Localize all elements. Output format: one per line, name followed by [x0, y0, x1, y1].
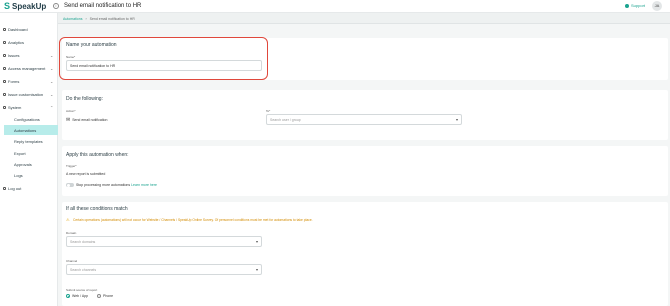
sidebar-item-analytics[interactable]: Analytics [0, 37, 58, 47]
breadcrumb-bar [58, 13, 670, 24]
logo[interactable]: S SpeakUp [4, 1, 47, 12]
sidebar-subitem-logs[interactable]: Logs [4, 170, 58, 180]
breadcrumb-current: Send email notification to HR [89, 17, 135, 21]
channel-search-select[interactable]: Search channels ▾ [66, 264, 262, 275]
highlight-outline [59, 37, 268, 80]
source-option-web-app: Web / App [72, 294, 89, 298]
domain-field-label: Domain [66, 231, 77, 235]
sidebar-item-label: Dashboard [8, 26, 28, 32]
stop-processing-label: Stop processing more automations Learn m… [76, 183, 157, 187]
sidebar-item-logout[interactable]: Log out [0, 183, 58, 193]
support-icon [625, 4, 629, 8]
warning-icon: ⚠ [66, 217, 70, 222]
sidebar-item-label: Forms [8, 78, 20, 84]
logout-icon [3, 186, 6, 190]
chevron-down-icon: ⌄ [50, 52, 54, 58]
recipient-placeholder: Search user / group [270, 117, 301, 122]
sidebar: Dashboard Analytics Issues ⌄ Access mana… [0, 13, 58, 306]
recipient-search-select[interactable]: Search user / group ▾ [266, 114, 462, 125]
chevron-up-icon: ⌃ [50, 104, 54, 110]
conditions-warning: ⚠ Certain operations (automations) will … [66, 217, 313, 223]
chevron-down-icon: ⌄ [50, 91, 54, 97]
action-value: ✉ Send email notification [66, 117, 107, 123]
source-option-phone: Phone [103, 294, 114, 298]
issues-icon [3, 53, 6, 57]
learn-more-link[interactable]: Learn more here [131, 183, 157, 187]
dashboard-icon [3, 27, 6, 31]
sidebar-subitem-automations[interactable]: Automations [4, 125, 58, 135]
sidebar-subitem-approvals[interactable]: Approvals [4, 159, 58, 169]
logo-text: SpeakUp [12, 2, 47, 11]
domain-search-select[interactable]: Search domains ▾ [66, 236, 262, 247]
sidebar-item-label: System [8, 104, 22, 110]
source-radio-phone[interactable] [97, 294, 101, 298]
customisation-icon [3, 92, 6, 96]
sidebar-item-access-management[interactable]: Access management ⌄ [0, 63, 58, 73]
action-section-title: Do the following: [66, 96, 103, 102]
page-title: Send email notification to HR [64, 3, 142, 9]
sidebar-item-issue-customisation[interactable]: Issue customisation ⌄ [0, 89, 58, 99]
chevron-down-icon: ⌄ [50, 78, 54, 84]
conditions-section-title: If all these conditions match [66, 206, 128, 212]
sidebar-item-label: Issues [8, 52, 20, 58]
sidebar-subitem-configurations[interactable]: Configurations [4, 114, 58, 124]
action-section-card: Do the following: Action* ✉ Send email n… [62, 90, 668, 140]
stop-processing-text: Stop processing more automations [76, 183, 131, 187]
domain-placeholder: Search domains [70, 239, 96, 244]
system-icon [3, 105, 6, 109]
sidebar-item-label: Issue customisation [8, 91, 44, 97]
breadcrumb-separator: › [85, 17, 87, 21]
sidebar-item-forms[interactable]: Forms ⌄ [0, 76, 58, 86]
sidebar-item-label: Analytics [8, 39, 25, 45]
breadcrumb-parent[interactable]: Automations [63, 17, 82, 21]
sidebar-item-issues[interactable]: Issues ⌄ [0, 50, 58, 60]
breadcrumb: Automations › Send email notification to… [63, 17, 135, 21]
analytics-icon [3, 40, 6, 44]
sidebar-item-label: Access management [8, 65, 46, 71]
chevron-down-icon: ▾ [255, 239, 258, 244]
chevron-down-icon: ▾ [255, 267, 258, 272]
info-icon[interactable]: i [53, 3, 59, 9]
trigger-value: A new report is submitted [66, 172, 106, 176]
action-value-label: Send email notification [72, 118, 108, 122]
conditions-warning-text: Certain operations (automations) will no… [73, 218, 313, 222]
sidebar-subitem-reply-templates[interactable]: Reply templates [4, 136, 58, 146]
sidebar-subitem-export[interactable]: Export [4, 148, 58, 158]
avatar[interactable]: JA [652, 1, 662, 11]
stop-processing-toggle[interactable] [66, 183, 74, 187]
chevron-down-icon: ▾ [455, 117, 458, 122]
support-link[interactable]: Support [625, 3, 645, 9]
to-field-label: To* [266, 109, 271, 113]
chevron-down-icon: ⌄ [50, 65, 54, 71]
channel-field-label: Channel [66, 259, 78, 263]
sidebar-item-system[interactable]: System ⌃ [0, 102, 58, 112]
channel-placeholder: Search channels [70, 267, 97, 272]
trigger-section-title: Apply this automation when: [66, 152, 129, 158]
trigger-field-label: Trigger* [66, 164, 77, 168]
top-bar: S SpeakUp i Send email notification to H… [0, 0, 670, 13]
sidebar-item-dashboard[interactable]: Dashboard [0, 24, 58, 34]
envelope-icon: ✉ [66, 117, 71, 123]
source-field-label: Submit source of report [66, 288, 98, 292]
action-field-label: Action* [66, 109, 76, 113]
source-radio-web-app[interactable] [66, 294, 70, 298]
access-icon [3, 66, 6, 70]
forms-icon [3, 79, 6, 83]
sidebar-item-label: Log out [8, 185, 22, 191]
trigger-section-card: Apply this automation when: Trigger* A n… [62, 146, 668, 196]
speakup-logo-icon: S [4, 1, 11, 11]
support-label: Support [631, 3, 646, 8]
